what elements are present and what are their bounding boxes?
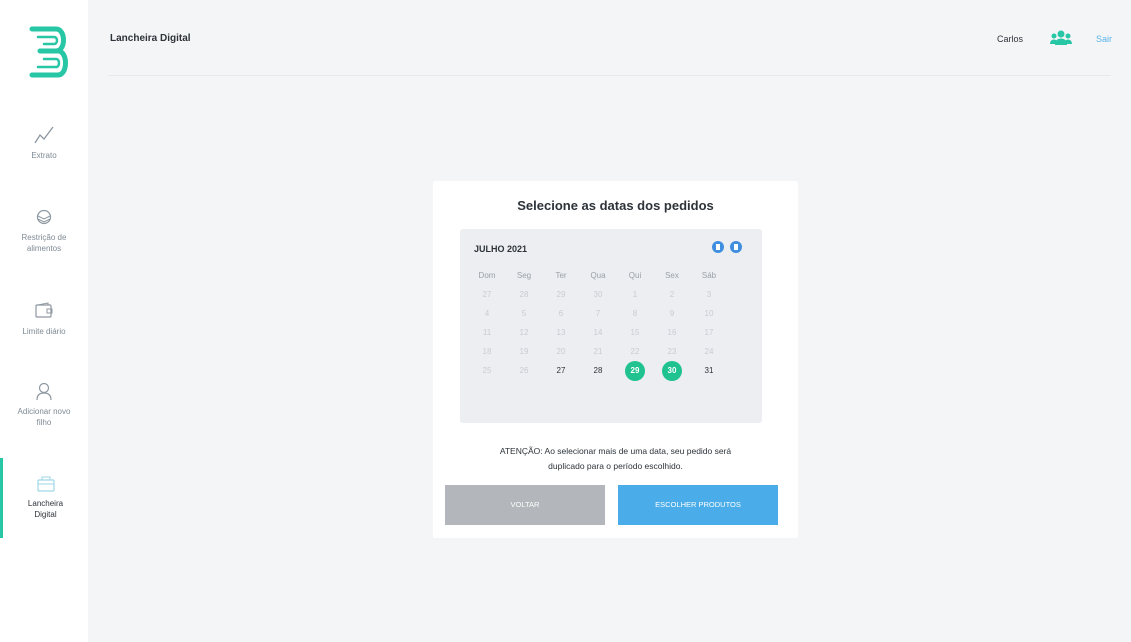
calendar-day: 25 [482, 366, 492, 375]
previous-month-button[interactable] [712, 241, 724, 253]
sidebar-item-label: Restrição de [21, 233, 67, 242]
calendar-day: 29 [556, 290, 566, 299]
sidebar-item-adicionar-filho[interactable]: Adicionar novo filho [0, 380, 88, 428]
sidebar-item-label: alimentos [26, 244, 62, 253]
calendar-day: 27 [482, 290, 492, 299]
calendar-day: 9 [669, 309, 675, 318]
users-icon[interactable] [1050, 29, 1072, 47]
sidebar-item-extrato[interactable]: Extrato [0, 124, 88, 161]
weekday-label: Sáb [701, 271, 717, 280]
main-content: Lancheira Digital Carlos Sair Selecione … [88, 0, 1131, 642]
back-button[interactable]: VOLTAR [445, 485, 605, 525]
calendar-day: 14 [593, 328, 603, 337]
user-add-icon [36, 382, 52, 401]
weekday-label: Ter [555, 271, 567, 280]
calendar-day: 17 [704, 328, 714, 337]
chart-line-icon [34, 126, 54, 144]
sidebar-item-lancheira[interactable]: Lancheira Digital [0, 458, 88, 538]
calendar-day: 16 [667, 328, 677, 337]
weekday-label: Qui [628, 271, 642, 280]
warning-text: ATENÇÃO: Ao selecionar mais de uma data,… [433, 444, 798, 474]
calendar-day: 4 [484, 309, 490, 318]
calendar-day: 28 [519, 290, 529, 299]
calendar-day: 30 [593, 290, 603, 299]
calendar-day: 2 [669, 290, 675, 299]
lunchbox-icon [36, 476, 55, 492]
calendar-day: 6 [558, 309, 564, 318]
calendar-day: 12 [519, 328, 529, 337]
calendar-day: 13 [556, 328, 566, 337]
calendar-day: 5 [521, 309, 527, 318]
sidebar-item-limite[interactable]: Limite diário [0, 300, 88, 337]
wallet-icon [35, 302, 53, 318]
calendar-day: 11 [482, 328, 492, 337]
warning-line: duplicado para o período escolhido. [548, 461, 683, 471]
sidebar-item-label: Limite diário [22, 327, 66, 336]
next-month-button[interactable] [730, 241, 742, 253]
weekday-label: Seg [516, 271, 532, 280]
calendar-day: 26 [519, 366, 529, 375]
sidebar-item-label: Adicionar novo [17, 407, 71, 416]
calendar-day-selected[interactable]: 29 [625, 361, 645, 381]
calendar-day[interactable]: 28 [588, 361, 608, 381]
sidebar: Extrato Restrição de alimentos Limite di… [0, 0, 88, 642]
calendar-day[interactable]: 31 [699, 361, 719, 381]
sidebar-item-label: filho [36, 418, 52, 427]
calendar-day: 23 [667, 347, 677, 356]
calendar-day: 1 [632, 290, 638, 299]
weekday-label: Sex [665, 271, 679, 280]
layers-icon [36, 209, 52, 225]
sidebar-item-label: Extrato [31, 151, 57, 160]
logo [29, 26, 68, 78]
modal-title: Selecione as datas dos pedidos [517, 198, 714, 213]
warning-line: ATENÇÃO: Ao selecionar mais de uma data,… [499, 446, 732, 456]
choose-products-button[interactable]: ESCOLHER PRODUTOS [618, 485, 778, 525]
user-name: Carlos [997, 34, 1024, 44]
calendar-day: 3 [706, 290, 712, 299]
calendar-day[interactable]: 27 [551, 361, 571, 381]
calendar-day: 18 [482, 347, 492, 356]
sidebar-item-label: Lancheira [27, 499, 64, 508]
calendar-day: 7 [595, 309, 601, 318]
calendar-day: 24 [704, 347, 714, 356]
header-divider [108, 75, 1111, 76]
calendar-month: JULHO 2021 [474, 244, 528, 254]
calendar-day: 20 [556, 347, 566, 356]
sidebar-item-label: Digital [34, 510, 57, 519]
calendar-day: 22 [630, 347, 640, 356]
sidebar-item-restricao[interactable]: Restrição de alimentos [0, 206, 88, 254]
calendar: JULHO 2021 Dom Seg Ter Qua Qui Sex Sáb 27 28 29 30… [460, 229, 762, 423]
calendar-day: 8 [632, 309, 638, 318]
exit-link[interactable]: Sair [1096, 34, 1112, 44]
calendar-day-selected[interactable]: 30 [662, 361, 682, 381]
calendar-day: 21 [593, 347, 603, 356]
calendar-day: 19 [519, 347, 529, 356]
weekday-label: Dom [478, 271, 496, 280]
app-window: Extrato Restrição de alimentos Limite di… [0, 0, 1131, 642]
page-title: Lancheira Digital [110, 33, 191, 44]
header: Lancheira Digital Carlos Sair [88, 0, 1131, 76]
calendar-day: 15 [630, 328, 640, 337]
date-selection-modal: Selecione as datas dos pedidos JULHO 202… [433, 181, 798, 538]
weekday-label: Qua [590, 271, 606, 280]
calendar-day: 10 [704, 309, 714, 318]
